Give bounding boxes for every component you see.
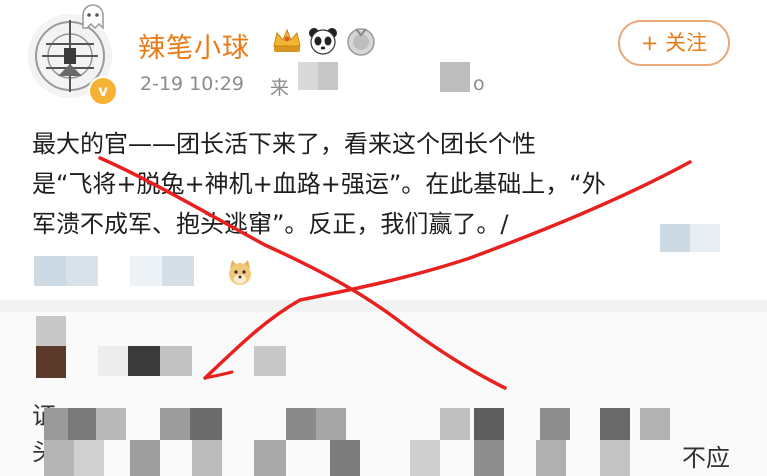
medal-badge-icon[interactable] (346, 25, 376, 57)
pixel-mosaic (254, 440, 286, 476)
pixel-mosaic (130, 440, 160, 476)
post-source-suffix: o (473, 73, 485, 95)
username[interactable]: 辣笔小球 (138, 26, 250, 65)
pixel-mosaic (162, 256, 194, 286)
divider (0, 300, 767, 312)
pixel-mosaic (96, 408, 126, 440)
pixel-mosaic (44, 408, 68, 440)
pixel-mosaic (74, 440, 104, 476)
pixel-mosaic (316, 408, 346, 440)
pixel-mosaic (44, 440, 74, 476)
pixel-mosaic (440, 408, 470, 440)
pixel-mosaic (128, 346, 160, 376)
pixel-mosaic (36, 346, 66, 378)
pixel-mosaic (66, 256, 98, 286)
pixel-mosaic (286, 408, 316, 440)
comment-text-fragment: 不应 (682, 444, 730, 472)
pixel-mosaic (160, 408, 190, 440)
post-text-line: 最大的官——团长活下来了，看来这个团长个性 (32, 130, 536, 158)
pixel-mosaic (98, 346, 128, 376)
pixel-mosaic (330, 440, 360, 476)
follow-button[interactable]: + 关注 (618, 20, 730, 66)
pixel-mosaic (192, 440, 222, 476)
pixel-mosaic (440, 62, 470, 92)
pixel-mosaic (160, 346, 192, 376)
pixel-mosaic (254, 346, 286, 376)
pixel-mosaic (36, 316, 66, 346)
pixel-mosaic (640, 408, 670, 440)
pixel-mosaic (410, 440, 440, 476)
ghost-icon (78, 2, 108, 32)
pixel-mosaic (540, 408, 570, 440)
pixel-mosaic (34, 256, 66, 286)
post-text-line: 军溃不成军、抱头逃窜”。反正，我们赢了。/ (32, 210, 509, 238)
comment-section: 证 头 不应 (0, 312, 767, 476)
pixel-mosaic (68, 408, 96, 440)
verified-icon: v (88, 76, 118, 106)
pixel-mosaic (474, 408, 504, 440)
pixel-mosaic (536, 440, 566, 476)
doge-emoji-icon (226, 258, 254, 286)
pixel-mosaic (190, 408, 222, 440)
crown-badge-icon[interactable] (270, 25, 304, 55)
post-source-prefix: 来 (270, 77, 290, 99)
pixel-mosaic (690, 224, 720, 252)
pixel-mosaic (318, 62, 338, 90)
panda-badge-icon[interactable] (308, 26, 338, 56)
weibo-post: v 辣笔小球 2-19 10:29 来 o + 关注 最大的官——团长活下来了，… (0, 0, 767, 300)
pixel-mosaic (298, 62, 318, 90)
pixel-mosaic (600, 440, 630, 476)
pixel-mosaic (660, 224, 690, 252)
post-text-line: 是“飞将+脱兔+神机+血路+强运”。在此基础上，“外 (32, 170, 606, 198)
pixel-mosaic (474, 440, 504, 476)
post-time: 2-19 10:29 (140, 73, 244, 95)
pixel-mosaic (600, 408, 630, 440)
post-body: 最大的官——团长活下来了，看来这个团长个性 是“飞将+脱兔+神机+血路+强运”。… (32, 124, 732, 244)
pixel-mosaic (130, 256, 162, 286)
